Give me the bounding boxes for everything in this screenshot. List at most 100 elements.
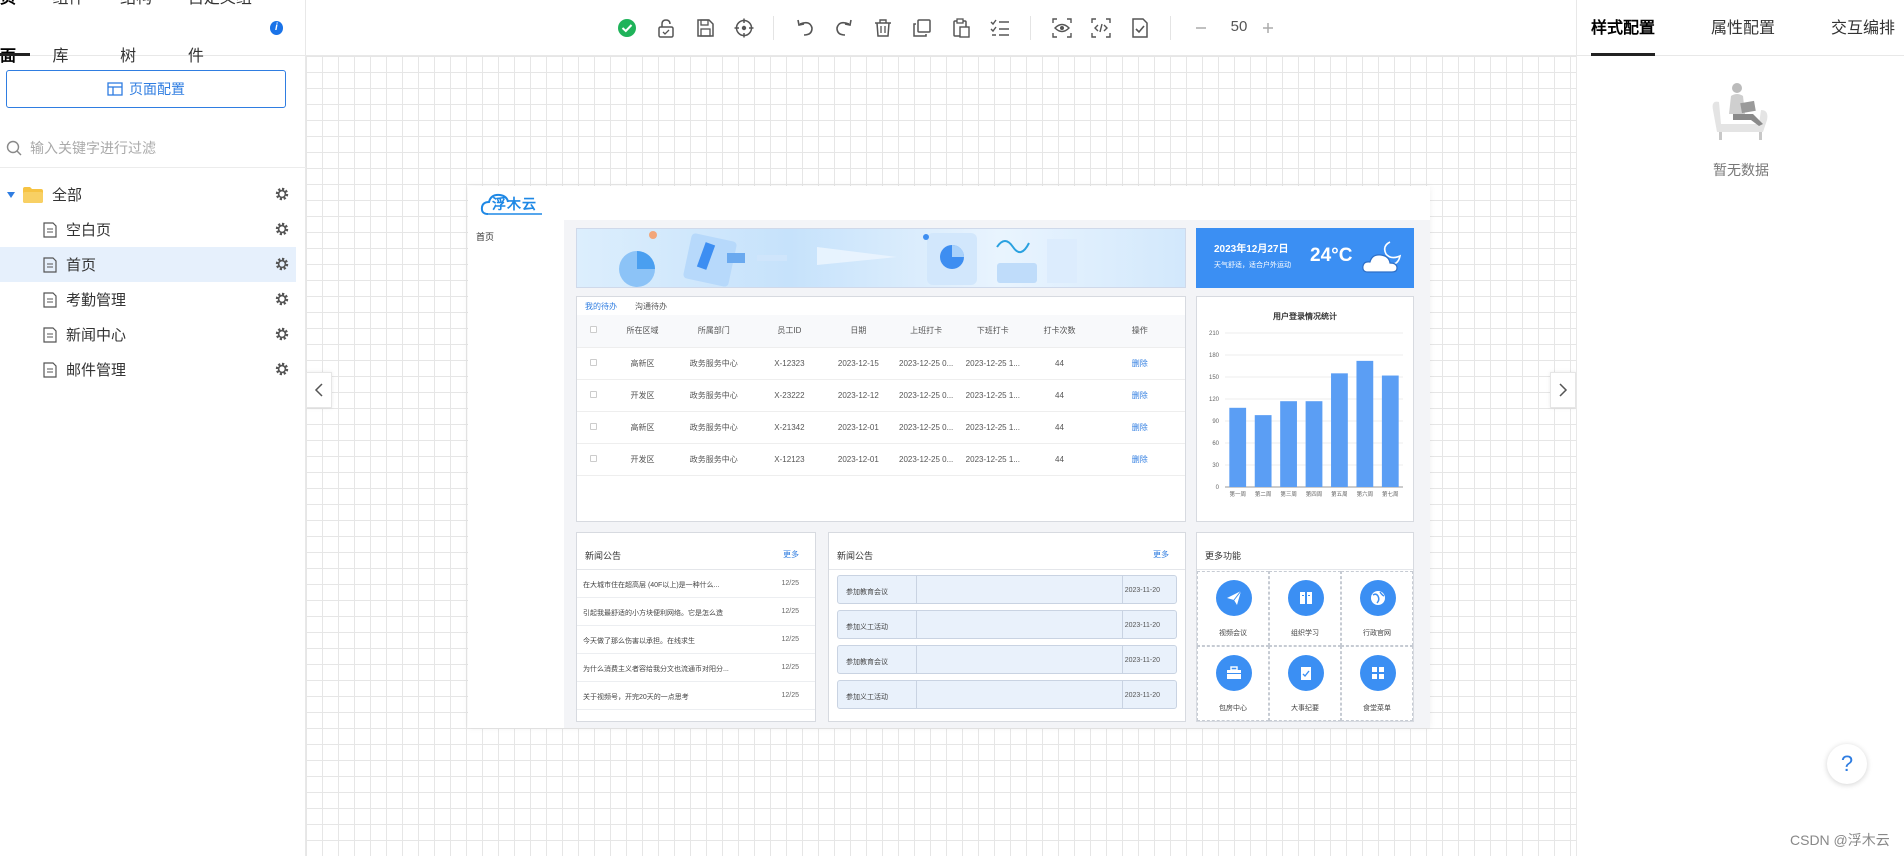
target-icon[interactable] <box>733 17 755 39</box>
page-icon <box>43 256 57 273</box>
collapse-left-button[interactable] <box>306 372 332 408</box>
function-major-events[interactable]: 大事纪要 <box>1269 646 1341 721</box>
tree-node-blank-page[interactable]: 空白页 <box>0 212 296 247</box>
row-delete-link[interactable]: 删除 <box>1132 391 1148 400</box>
preview-logo-text: 浮木云 <box>492 196 537 212</box>
file-check-icon[interactable] <box>1129 17 1151 39</box>
tab-property-config[interactable]: 属性配置 <box>1711 0 1775 56</box>
page-config-button[interactable]: 页面配置 <box>6 70 286 108</box>
function-org-study[interactable]: 组织学习 <box>1269 571 1341 646</box>
save-icon[interactable] <box>694 17 716 39</box>
grid-icon[interactable] <box>1360 655 1396 691</box>
zoom-in-icon[interactable] <box>1257 17 1279 39</box>
redo-icon[interactable] <box>833 17 855 39</box>
notice-item[interactable]: 参加教育会议 2023-11-20 <box>837 645 1177 674</box>
undo-icon[interactable] <box>794 17 816 39</box>
delete-icon[interactable] <box>872 17 894 39</box>
tab-style-config-label: 样式配置 <box>1591 20 1656 37</box>
preview-eye-icon[interactable] <box>1051 17 1073 39</box>
news-item[interactable]: 关于视频号，开完20天的一点思考 12/25 <box>577 682 815 710</box>
empty-state-text: 暂无数据 <box>1713 162 1769 178</box>
info-icon[interactable]: i <box>269 20 284 35</box>
tree-node-home[interactable]: 首页 <box>0 247 296 282</box>
send-icon[interactable] <box>1216 580 1252 616</box>
design-canvas[interactable]: 浮木云 首页 2023年12月27日 天气舒适，适合户外运动 24°C 我的待办… <box>306 56 1576 856</box>
x-tick-label: 第五周 <box>1331 490 1348 498</box>
notice-item-title: 参加义工活动 <box>846 624 888 631</box>
page-preview[interactable]: 浮木云 首页 2023年12月27日 天气舒适，适合户外运动 24°C 我的待办… <box>468 186 1430 728</box>
select-all-checkbox[interactable] <box>590 326 598 334</box>
briefcase-icon[interactable] <box>1216 655 1252 691</box>
gear-icon[interactable] <box>274 221 290 237</box>
tab-style-config[interactable]: 样式配置 <box>1591 0 1656 56</box>
paste-icon[interactable] <box>950 17 972 39</box>
row-checkbox[interactable] <box>590 422 598 430</box>
function-canteen-menu[interactable]: 食堂菜单 <box>1341 646 1413 721</box>
tree-node-label: 新闻中心 <box>66 327 127 344</box>
notice-item-title: 参加义工活动 <box>846 694 888 701</box>
row-checkbox[interactable] <box>590 358 598 366</box>
notice-item[interactable]: 参加教育会议 2023-11-20 <box>837 575 1177 604</box>
unlock-icon[interactable] <box>655 17 677 39</box>
function-admin-site[interactable]: 行政官网 <box>1341 571 1413 646</box>
row-checkbox[interactable] <box>590 390 598 398</box>
top-toolbar: 50 <box>306 0 1576 56</box>
gear-icon[interactable] <box>274 186 290 202</box>
book-icon[interactable] <box>1288 580 1324 616</box>
tree-node-mail[interactable]: 邮件管理 <box>0 352 296 387</box>
help-button[interactable]: ? <box>1827 744 1867 784</box>
tab-interaction-editor[interactable]: 交互编排 <box>1831 0 1895 56</box>
function-room-center[interactable]: 包房中心 <box>1197 646 1269 721</box>
news-more-link[interactable]: 更多 <box>783 549 799 560</box>
notice-item-date: 2023-11-20 <box>1124 587 1160 594</box>
function-label: 包房中心 <box>1219 705 1247 712</box>
tab-pages[interactable]: 页面 <box>0 0 31 65</box>
gear-icon[interactable] <box>274 326 290 342</box>
tab-component-library[interactable]: 组件库 <box>52 0 98 65</box>
caret-down-icon[interactable] <box>6 190 16 200</box>
page-icon <box>43 361 57 378</box>
news-item-date: 12/25 <box>781 636 799 643</box>
tree-node-attendance[interactable]: 考勤管理 <box>0 282 296 317</box>
row-checkbox[interactable] <box>590 454 598 462</box>
table-row: 开发区 政务服务中心 X-23222 2023-12-12 2023-12-25… <box>577 379 1185 412</box>
news-item[interactable]: 在大城市住在超高层 (40F以上)是一种什么... 12/25 <box>577 570 815 598</box>
table-cell: 2023-12-25 1... <box>961 347 1025 380</box>
news-item[interactable]: 引起我最舒适的小方块便利网络。它是怎么造 12/25 <box>577 598 815 626</box>
tab-custom-components[interactable]: 自定义组件i <box>188 0 284 65</box>
tab-structure-tree[interactable]: 结构树 <box>120 0 166 65</box>
globe-icon[interactable] <box>1360 580 1396 616</box>
tree-node-label: 空白页 <box>66 222 112 239</box>
collapse-right-button[interactable] <box>1550 372 1576 408</box>
functions-grid: 视频会议 组织学习 行政官网 包房中心 大事纪要 食堂菜单 <box>1197 571 1413 721</box>
tree-node-root[interactable]: 全部 <box>0 177 296 212</box>
list-check-icon[interactable] <box>989 17 1011 39</box>
check-circle-icon[interactable] <box>616 17 638 39</box>
row-delete-link[interactable]: 删除 <box>1132 359 1148 368</box>
table-cell: 2023-12-01 <box>825 443 892 476</box>
gear-icon[interactable] <box>274 291 290 307</box>
copy-icon[interactable] <box>911 17 933 39</box>
weather-temperature: 24°C <box>1310 245 1353 266</box>
preview-nav-item-home[interactable]: 首页 <box>476 230 494 243</box>
clipboard-icon[interactable] <box>1288 655 1324 691</box>
zoom-out-icon[interactable] <box>1190 17 1212 39</box>
header-select-all[interactable] <box>577 315 611 348</box>
filter-input[interactable] <box>30 139 280 156</box>
news-item[interactable]: 为什么消费主义者容给我分文也流通币对阳分... 12/25 <box>577 654 815 682</box>
news-item[interactable]: 今天做了那么伤害以承担。在线求生 12/25 <box>577 626 815 654</box>
code-icon[interactable] <box>1090 17 1112 39</box>
notice-more-link[interactable]: 更多 <box>1153 549 1169 560</box>
gear-icon[interactable] <box>274 361 290 377</box>
page-config-label: 页面配置 <box>129 81 185 97</box>
notice-item[interactable]: 参加义工活动 2023-11-20 <box>837 610 1177 639</box>
row-delete-link[interactable]: 删除 <box>1132 423 1148 432</box>
function-video-meeting[interactable]: 视频会议 <box>1197 571 1269 646</box>
news-item-date: 12/25 <box>781 692 799 699</box>
notice-card-title: 新闻公告 <box>837 551 874 561</box>
gear-icon[interactable] <box>274 256 290 272</box>
notice-item[interactable]: 参加义工活动 2023-11-20 <box>837 680 1177 709</box>
tree-node-news-center[interactable]: 新闻中心 <box>0 317 296 352</box>
row-delete-link[interactable]: 删除 <box>1132 455 1148 464</box>
tree-node-label: 考勤管理 <box>66 292 127 309</box>
